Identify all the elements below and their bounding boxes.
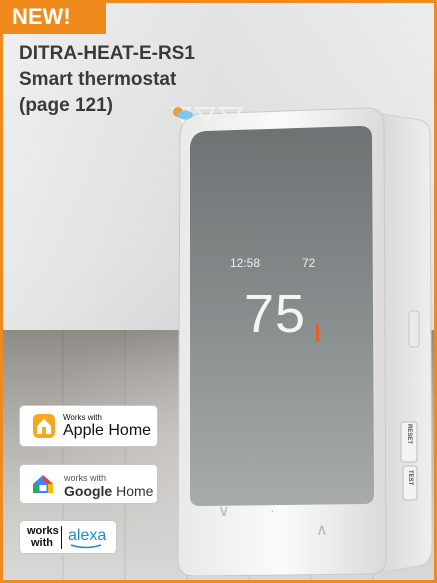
google-home-badge: works with Google Home — [19, 464, 158, 504]
apple-home-label: Apple Home — [63, 422, 152, 439]
menu-button[interactable]: · — [270, 502, 275, 518]
amazon-smile-icon — [70, 544, 102, 549]
thermostat-device: 12:58 72 75 ∨ · ∧ RESET TEST — [170, 106, 432, 576]
alexa-label: alexa — [68, 527, 107, 544]
temperature-down-button[interactable]: ∨ — [218, 501, 230, 521]
alexa-works-with-label: works with — [27, 525, 59, 549]
apple-home-icon — [33, 414, 55, 438]
product-model: DITRA-HEAT-E-RS1 — [19, 43, 195, 64]
google-home-label: Google Home — [64, 483, 154, 499]
product-page: NEW! DITRA-HEAT-E-RS1 Smart thermostat (… — [0, 0, 437, 583]
partly-cloudy-icon — [173, 107, 193, 120]
temperature-up-button[interactable]: ∧ — [316, 520, 328, 540]
google-home-icon — [33, 475, 53, 493]
product-name: Smart thermostat — [19, 69, 177, 90]
product-title: DITRA-HEAT-E-RS1 Smart thermostat (page … — [19, 41, 195, 119]
apple-home-badge: Works with Apple Home — [19, 405, 158, 447]
clock-display: 12:58 — [230, 256, 261, 270]
google-works-with-label: works with — [64, 473, 107, 483]
apple-works-with-label: Works with — [63, 413, 102, 422]
test-button[interactable]: TEST — [407, 470, 413, 485]
set-temperature: 75 — [244, 284, 307, 344]
alexa-badge: works with alexa — [19, 520, 117, 554]
page-reference: (page 121) — [19, 95, 113, 116]
outdoor-temperature: 72 — [302, 256, 316, 270]
heating-indicator — [316, 324, 319, 342]
reset-button[interactable]: RESET — [406, 424, 412, 444]
new-badge: NEW! — [0, 0, 106, 34]
